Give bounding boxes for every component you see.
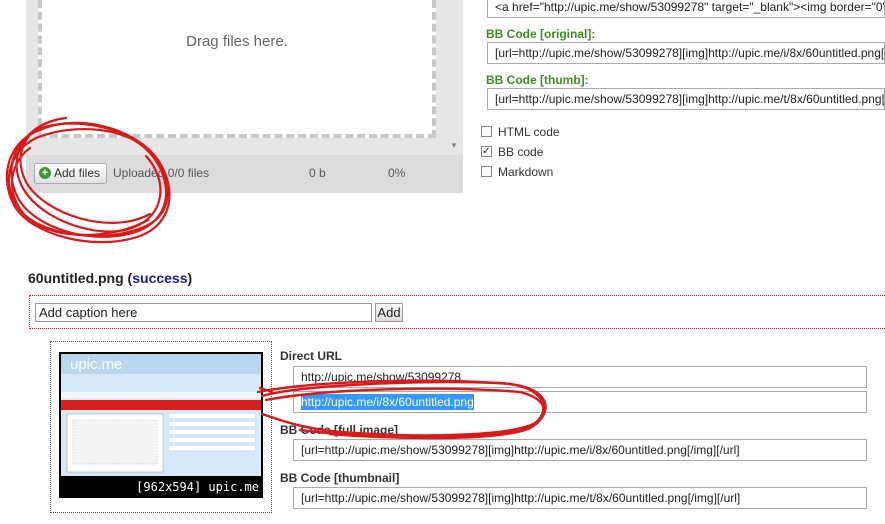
- underline-annotation: [256, 379, 547, 440]
- circle-annotation: [5, 116, 171, 244]
- annotation-overlay: [5, 116, 547, 440]
